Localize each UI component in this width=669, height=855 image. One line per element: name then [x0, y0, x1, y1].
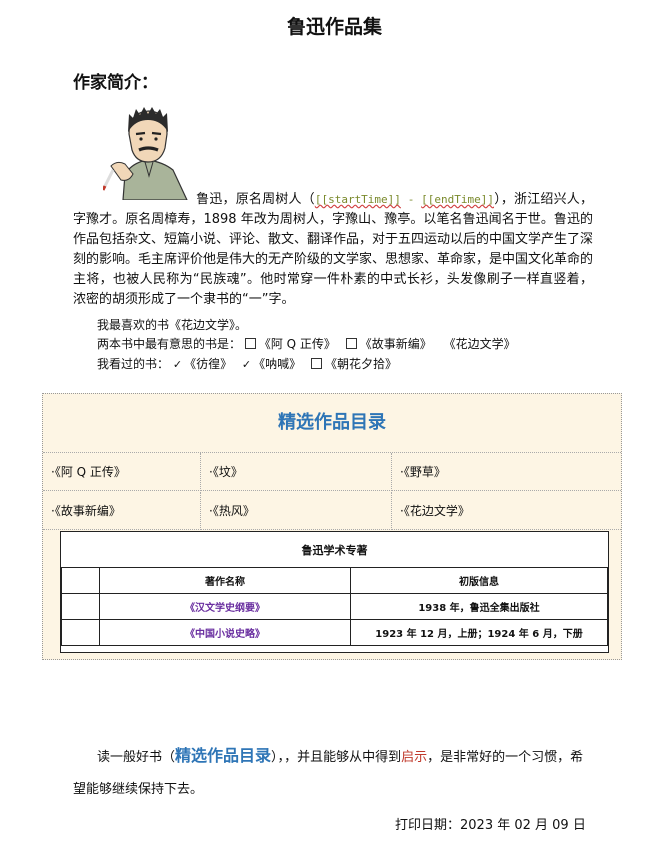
- catalog-title: 精选作品目录: [43, 394, 621, 453]
- closing-highlight: 启示: [401, 750, 428, 765]
- catalog-item[interactable]: ·《热风》: [201, 492, 392, 530]
- catalog-item[interactable]: ·《坟》: [201, 453, 392, 491]
- bio-text: ），浙江绍兴人，字豫才。原名周樟寿，1898 年改为周树人，字豫山、豫亭。以笔名…: [73, 192, 594, 307]
- favorite-book: 我最喜欢的书《花边文学》。: [97, 318, 248, 332]
- option-nahan: 《呐喊》: [253, 357, 302, 371]
- author-bio: 鲁迅，原名周树人（[[startTime]] - [[endTime]]），浙江…: [73, 190, 593, 310]
- checkbox-gushi[interactable]: [345, 338, 357, 349]
- option-gushi: 《故事新编》: [359, 337, 432, 351]
- table-row: 《汉文学史纲要》 1938 年，鲁迅全集出版社: [61, 593, 608, 620]
- catalog-item[interactable]: ·《花边文学》: [392, 492, 621, 530]
- option-zhaohua: 《朝花夕拾》: [324, 357, 397, 371]
- meaningful-label: 两本书中最有意思的书是：: [97, 337, 242, 351]
- option-huabian: 《花边文学》: [443, 337, 516, 351]
- closing-paragraph: 读一般好书（精选作品目录），，并且能够从中得到启示，是非常好的一个习惯，希望能够…: [73, 746, 584, 797]
- document-title: 鲁迅作品集: [286, 16, 382, 38]
- closing-mid: ，并且能够从中得到: [284, 750, 402, 765]
- end-time-field[interactable]: [[endTime]]: [421, 193, 494, 206]
- selected-works-catalog: 精选作品目录 ·《阿 Q 正传》 ·《坟》 ·《野草》 ·《故事新编》 ·《热风…: [42, 393, 622, 660]
- catalog-item[interactable]: ·《故事新编》: [43, 492, 201, 530]
- start-time-field[interactable]: [[startTime]]: [315, 193, 401, 206]
- checkbox-zhaohua[interactable]: [310, 358, 322, 369]
- meaningful-books-line: 两本书中最有意思的书是： 《阿 Q 正传》 《故事新编》 《花边文学》: [97, 335, 516, 353]
- read-books-line: 我看过的书： ✓ 《彷徨》 ✓ 《呐喊》 《朝花夕拾》: [97, 355, 397, 374]
- author-portrait: [103, 107, 188, 200]
- book-link[interactable]: 《汉文学史纲要》: [99, 593, 351, 620]
- table-blank-cell: [61, 593, 100, 620]
- column-header: 著作名称: [99, 567, 351, 594]
- column-header: 初版信息: [350, 567, 608, 594]
- option-ahq: 《阿 Q 正传》: [258, 337, 336, 351]
- book-link[interactable]: 《中国小说史略》: [99, 619, 351, 646]
- table-blank-cell: [61, 567, 100, 594]
- closing-pre: 读一般好书: [97, 750, 163, 765]
- read-label: 我看过的书：: [97, 357, 170, 371]
- catalog-item[interactable]: ·《阿 Q 正传》: [43, 453, 201, 491]
- table-caption: 鲁迅学术专著: [61, 532, 608, 568]
- date-dash: -: [400, 193, 422, 206]
- publication-info: 1923 年 12 月，上册；1924 年 6 月，下册: [350, 619, 608, 646]
- option-panghuang: 《彷徨》: [184, 357, 233, 371]
- checkbox-ahq[interactable]: [244, 338, 256, 349]
- catalog-item[interactable]: ·《野草》: [392, 453, 621, 491]
- author-intro-heading: 作家简介：: [73, 73, 158, 93]
- table-blank-cell: [61, 619, 100, 646]
- check-icon-panghuang[interactable]: ✓: [173, 358, 182, 371]
- check-icon-nahan[interactable]: ✓: [242, 358, 251, 371]
- print-date: 打印日期：2023 年 02 月 09 日: [395, 818, 586, 833]
- academic-works-table: 鲁迅学术专著 著作名称 初版信息 《汉文学史纲要》 1938 年，鲁迅全集出版社…: [60, 531, 609, 653]
- catalog-link[interactable]: 精选作品目录: [175, 746, 271, 765]
- publication-info: 1938 年，鲁迅全集出版社: [350, 593, 608, 620]
- table-row: 《中国小说史略》 1923 年 12 月，上册；1924 年 6 月，下册: [61, 619, 608, 646]
- bio-lead: 鲁迅，原名周树人（: [196, 192, 315, 207]
